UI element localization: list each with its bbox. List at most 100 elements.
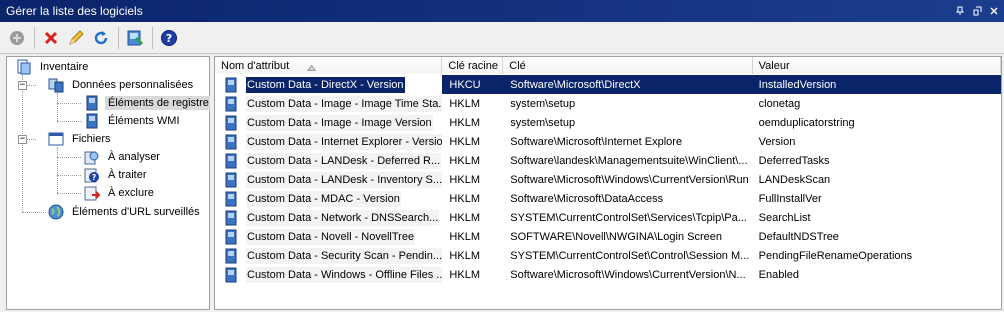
tree-item-label: À analyser	[108, 151, 160, 163]
column-header-cle[interactable]: Clé	[503, 57, 753, 74]
cell-key: Software\Microsoft\DataAccess	[510, 192, 664, 205]
tree-connector	[22, 212, 46, 213]
attribute-name: Custom Data - Image - Image Time Sta...	[246, 95, 443, 112]
add-icon[interactable]	[6, 27, 28, 49]
registry-icon	[223, 134, 239, 150]
cell-root-key: HKLM	[449, 154, 480, 167]
table-row[interactable]: Custom Data - Image - Image Time Sta... H…	[215, 94, 1001, 113]
column-header-label: Nom d'attribut	[221, 59, 290, 72]
cell-attribute-name: Custom Data - DirectX - Version	[215, 75, 442, 94]
refresh-icon[interactable]	[90, 27, 112, 49]
cell-attribute-name: Custom Data - MDAC - Version	[215, 189, 442, 208]
float-icon[interactable]	[970, 4, 984, 18]
exclude-icon	[83, 184, 101, 202]
attribute-list: Nom d'attribut Clé racine Clé Valeur Cus…	[214, 56, 1002, 310]
cell-attribute-name: Custom Data - Image - Image Version	[215, 113, 442, 132]
scan-icon	[83, 148, 101, 166]
tree-item-a-exclure[interactable]: À exclure	[83, 184, 157, 202]
cell-root-key: HKLM	[449, 192, 480, 205]
tree-item-inventaire[interactable]: Inventaire	[15, 58, 91, 76]
tree-connector	[57, 103, 81, 104]
help-icon[interactable]: ?	[158, 27, 180, 49]
registry-icon	[223, 229, 239, 245]
cell-key: system\setup	[510, 116, 576, 129]
tree-item-donnees-personnalisees[interactable]: Données personnalisées	[47, 76, 196, 94]
table-row[interactable]: Custom Data - MDAC - Version HKLM Software…	[215, 189, 1001, 208]
import-icon[interactable]	[124, 27, 146, 49]
cell-attribute-name: Custom Data - Image - Image Time Sta...	[215, 94, 443, 113]
registry-icon	[223, 115, 239, 131]
collapse-toggle[interactable]: −	[18, 81, 27, 90]
cell-value: DeferredTasks	[758, 154, 830, 167]
cell-value: oemduplicatorstring	[758, 116, 855, 129]
toolbar-separator	[34, 26, 35, 49]
column-header-cle-racine[interactable]: Clé racine	[442, 57, 504, 74]
cell-value: Version	[758, 135, 796, 148]
cell-value: PendingFileRenameOperations	[758, 249, 913, 262]
tree-connector	[57, 93, 58, 121]
column-header-nom[interactable]: Nom d'attribut	[215, 57, 443, 74]
tree-item-a-analyser[interactable]: À analyser	[83, 148, 163, 166]
tree-item-label: Données personnalisées	[72, 79, 194, 91]
cell-attribute-name: Custom Data - Network - DNSSearch...	[215, 208, 442, 227]
cell-root-key: HKLM	[449, 230, 480, 243]
cell-key: Software\landesk\Managementsuite\WinClie…	[510, 154, 748, 167]
cell-root-key: HKLM	[449, 211, 480, 224]
window-titlebar: Gérer la liste des logiciels	[0, 0, 1004, 22]
cell-root-key: HKLM	[449, 249, 480, 262]
cell-attribute-name: Custom Data - Windows - Offline Files ..…	[215, 265, 443, 284]
cell-attribute-name: Custom Data - Novell - NovellTree	[215, 227, 442, 246]
table-row[interactable]: Custom Data - LANDesk - Deferred R... HKL…	[215, 151, 1001, 170]
registry-icon	[223, 153, 239, 169]
tree-item-elements-wmi[interactable]: Éléments WMI	[83, 112, 183, 130]
navigation-tree: − − Inventaire Données personnalisées Él…	[6, 56, 212, 310]
tree-item-label: Éléments WMI	[108, 115, 180, 127]
globe-icon	[47, 203, 65, 221]
table-row[interactable]: Custom Data - Internet Explorer - Versio…	[215, 132, 1001, 151]
column-header-valeur[interactable]: Valeur	[752, 57, 1001, 74]
registry-icon	[223, 172, 239, 188]
attribute-name: Custom Data - Internet Explorer - Versio…	[246, 133, 443, 150]
attribute-name: Custom Data - Novell - NovellTree	[246, 228, 416, 245]
cell-value: DefaultNDSTree	[758, 230, 839, 243]
toolbar: ?	[0, 22, 1004, 54]
tree-item-a-traiter[interactable]: ? À traiter	[83, 166, 150, 184]
collapse-toggle[interactable]: −	[18, 135, 27, 144]
cell-value: InstalledVersion	[752, 75, 1001, 94]
cell-root-key: HKLM	[449, 97, 480, 110]
cell-value: Enabled	[758, 268, 800, 281]
tree-item-fichiers[interactable]: Fichiers	[47, 130, 114, 148]
tree-item-label: À traiter	[108, 169, 147, 181]
cell-value: clonetag	[758, 97, 801, 110]
tree-item-label: À exclure	[108, 187, 154, 199]
tree-item-elements-registre[interactable]: Éléments de registre	[83, 94, 212, 112]
delete-icon[interactable]	[40, 27, 62, 49]
cell-root-key: HKLM	[449, 173, 480, 186]
table-row[interactable]: Custom Data - Image - Image Version HKLM s…	[215, 113, 1001, 132]
tree-connector	[57, 193, 81, 194]
table-row[interactable]: Custom Data - Windows - Offline Files ..…	[215, 265, 1001, 284]
window-icon	[47, 130, 65, 148]
attribute-name: Custom Data - DirectX - Version	[246, 76, 405, 93]
registry-icon	[83, 94, 101, 112]
table-row[interactable]: Custom Data - Novell - NovellTree HKLM SOF…	[215, 227, 1001, 246]
tree-item-label: Inventaire	[40, 61, 89, 73]
table-row[interactable]: Custom Data - LANDesk - Inventory S... HK…	[215, 170, 1001, 189]
column-header-label: Valeur	[758, 59, 790, 72]
tree-item-url-surveilles[interactable]: Éléments d'URL surveillés	[47, 203, 203, 221]
cell-root-key: HKCU	[442, 75, 504, 94]
attribute-name: Custom Data - Image - Image Version	[246, 114, 433, 131]
table-row[interactable]: Custom Data - Network - DNSSearch... HKLM…	[215, 208, 1001, 227]
list-rows: Custom Data - DirectX - Version HKCU Softw…	[215, 75, 1001, 284]
tree-item-label: Fichiers	[72, 133, 111, 145]
tree-item-label: Éléments d'URL surveillés	[72, 206, 200, 218]
pin-icon[interactable]	[953, 4, 967, 18]
tree-item-label: Éléments de registre	[105, 96, 212, 110]
close-icon[interactable]	[987, 4, 1001, 18]
toolbar-separator	[118, 26, 119, 49]
cell-attribute-name: Custom Data - LANDesk - Deferred R...	[215, 151, 442, 170]
edit-icon[interactable]	[65, 27, 87, 49]
table-row[interactable]: Custom Data - DirectX - Version HKCU Softw…	[215, 75, 1001, 94]
table-row[interactable]: Custom Data - Security Scan - Pendin... H…	[215, 246, 1001, 265]
toolbar-separator	[152, 26, 153, 49]
